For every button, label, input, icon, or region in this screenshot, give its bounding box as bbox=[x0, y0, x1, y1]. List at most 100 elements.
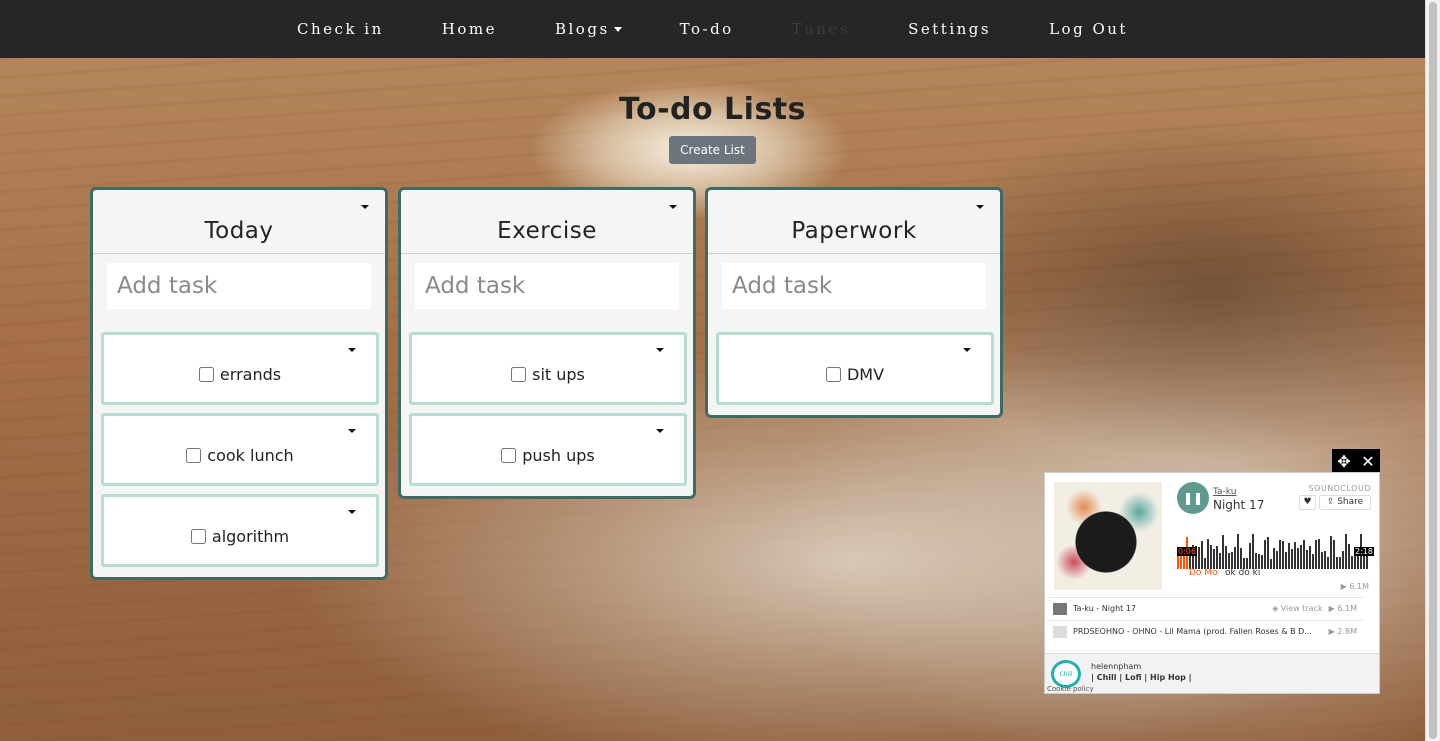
play-count: ▶ 6.1M bbox=[1340, 582, 1369, 591]
album-art bbox=[1054, 482, 1162, 590]
nav-settings-label: Settings bbox=[908, 20, 992, 38]
waveform-bar bbox=[1354, 555, 1356, 569]
waveform-bar bbox=[1261, 555, 1263, 569]
waveform[interactable] bbox=[1177, 525, 1371, 569]
waveform-bar bbox=[1351, 556, 1353, 569]
add-task-input[interactable] bbox=[722, 263, 986, 309]
waveform-bar bbox=[1327, 557, 1329, 569]
playlist-row[interactable]: Ta-ku - Night 17 ◈ View track ▶ 6.1M bbox=[1047, 597, 1363, 619]
waveform-bar bbox=[1324, 551, 1326, 569]
task-menu-caret-icon[interactable] bbox=[656, 429, 664, 433]
list-menu-caret-icon[interactable] bbox=[669, 205, 677, 209]
task-item: sit ups bbox=[409, 332, 687, 405]
view-track-link[interactable]: ◈ View track bbox=[1272, 604, 1323, 613]
nav-home-label: Home bbox=[441, 20, 497, 38]
waveform-bar bbox=[1348, 544, 1350, 569]
move-icon[interactable]: ✥ bbox=[1332, 449, 1356, 473]
nav-todo[interactable]: To-do bbox=[680, 20, 734, 38]
nav-blogs-label: Blogs bbox=[554, 20, 610, 38]
waveform-bar bbox=[1198, 547, 1200, 569]
task-menu-caret-icon[interactable] bbox=[963, 348, 971, 352]
task-item: algorithm bbox=[101, 494, 379, 567]
pause-button[interactable]: ❚❚ bbox=[1177, 482, 1209, 514]
playlist-plays: ▶ 6.1M bbox=[1328, 604, 1357, 613]
waveform-bar bbox=[1321, 552, 1323, 569]
list-menu-caret-icon[interactable] bbox=[361, 205, 369, 209]
task-checkbox[interactable] bbox=[501, 448, 517, 463]
task-label: DMV bbox=[846, 365, 885, 384]
task-item: push ups bbox=[409, 413, 687, 486]
waveform-bar bbox=[1279, 540, 1281, 569]
scrollbar-thumb[interactable] bbox=[1429, 2, 1437, 739]
task-menu-caret-icon[interactable] bbox=[348, 429, 356, 433]
nav-home[interactable]: Home bbox=[442, 20, 497, 38]
playlist-plays-value: 2.8M bbox=[1337, 627, 1357, 636]
nav-blogs-dropdown[interactable]: Blogs bbox=[555, 20, 622, 38]
play-count-value: 6.1M bbox=[1349, 582, 1369, 591]
waveform-bar bbox=[1288, 543, 1290, 569]
playlist-track-title: Ta-ku - Night 17 bbox=[1073, 604, 1136, 613]
task-checkbox[interactable] bbox=[186, 448, 202, 463]
waveform-bar bbox=[1219, 553, 1221, 569]
top-navbar: Check in Home Blogs To-do Tunes Settings… bbox=[0, 0, 1425, 58]
track-thumbnail bbox=[1053, 602, 1067, 615]
soundcloud-player: ❚❚ Ta-ku Night 17 SOUNDCLOUD ♥ ⇪ Share 0… bbox=[1044, 472, 1380, 694]
soundcloud-logo[interactable]: SOUNDCLOUD bbox=[1309, 484, 1371, 493]
heart-icon[interactable]: ♥ bbox=[1299, 495, 1316, 510]
task-label: errands bbox=[219, 365, 282, 384]
add-task-input[interactable] bbox=[107, 263, 371, 309]
close-icon[interactable]: ✕ bbox=[1356, 449, 1380, 473]
waveform-bar bbox=[1285, 552, 1287, 569]
add-task-input[interactable] bbox=[415, 263, 679, 309]
list-menu-caret-icon[interactable] bbox=[976, 205, 984, 209]
share-button[interactable]: ⇪ Share bbox=[1319, 495, 1371, 510]
track-artist[interactable]: Ta-ku bbox=[1213, 487, 1236, 497]
comment-user: Do Mo bbox=[1189, 568, 1218, 578]
task-item: errands bbox=[101, 332, 379, 405]
task-checkbox[interactable] bbox=[511, 367, 527, 382]
waveform-bar bbox=[1222, 535, 1224, 569]
nav-tunes-label: Tunes bbox=[791, 20, 851, 38]
list-header: Paperwork bbox=[708, 190, 1000, 254]
waveform-bar bbox=[1282, 541, 1284, 569]
waveform-bar bbox=[1300, 545, 1302, 569]
list-header: Exercise bbox=[401, 190, 693, 254]
waveform-bar bbox=[1339, 557, 1341, 569]
list-title: Today bbox=[204, 218, 274, 244]
nav-check-in-label: Check in bbox=[297, 20, 384, 38]
waveform-bar bbox=[1309, 546, 1311, 569]
nav-log-out[interactable]: Log Out bbox=[1049, 20, 1128, 38]
nav-settings[interactable]: Settings bbox=[908, 20, 991, 38]
task-menu-caret-icon[interactable] bbox=[348, 348, 356, 352]
user-avatar[interactable]: Chill bbox=[1051, 660, 1081, 688]
create-list-button[interactable]: Create List bbox=[669, 136, 756, 164]
task-checkbox[interactable] bbox=[825, 367, 841, 382]
waveform-bar bbox=[1249, 543, 1251, 569]
nav-check-in[interactable]: Check in bbox=[297, 20, 384, 38]
waveform-bar bbox=[1306, 550, 1308, 569]
waveform-bar bbox=[1330, 536, 1332, 569]
waveform-bar bbox=[1273, 548, 1275, 569]
playlist-track-title: PRDSEOHNO - OHNO - Lil Mama (prod. Falle… bbox=[1073, 627, 1312, 636]
playlist-user[interactable]: helennpham bbox=[1091, 662, 1141, 671]
page-scrollbar[interactable] bbox=[1425, 0, 1440, 741]
waveform-bar bbox=[1333, 540, 1335, 569]
cookie-policy-link[interactable]: Cookie policy bbox=[1047, 685, 1094, 693]
track-thumbnail bbox=[1053, 625, 1067, 638]
share-label: Share bbox=[1337, 497, 1364, 507]
nav-tunes[interactable]: Tunes bbox=[792, 20, 850, 38]
waveform-bar bbox=[1231, 552, 1233, 569]
time-total: 2:18 bbox=[1354, 547, 1374, 556]
waveform-bar bbox=[1210, 545, 1212, 569]
playlist-row[interactable]: PRDSEOHNO - OHNO - Lil Mama (prod. Falle… bbox=[1047, 620, 1363, 642]
task-menu-caret-icon[interactable] bbox=[656, 348, 664, 352]
waveform-bar bbox=[1207, 539, 1209, 569]
task-label: cook lunch bbox=[207, 446, 294, 465]
task-label: algorithm bbox=[211, 527, 290, 546]
nav-log-out-label: Log Out bbox=[1049, 20, 1128, 38]
task-menu-caret-icon[interactable] bbox=[348, 510, 356, 514]
todo-list-card: Today errands cook lunch algorithm bbox=[90, 187, 388, 580]
task-checkbox[interactable] bbox=[190, 529, 206, 544]
view-track-label: View track bbox=[1280, 604, 1323, 613]
task-checkbox[interactable] bbox=[198, 367, 214, 382]
